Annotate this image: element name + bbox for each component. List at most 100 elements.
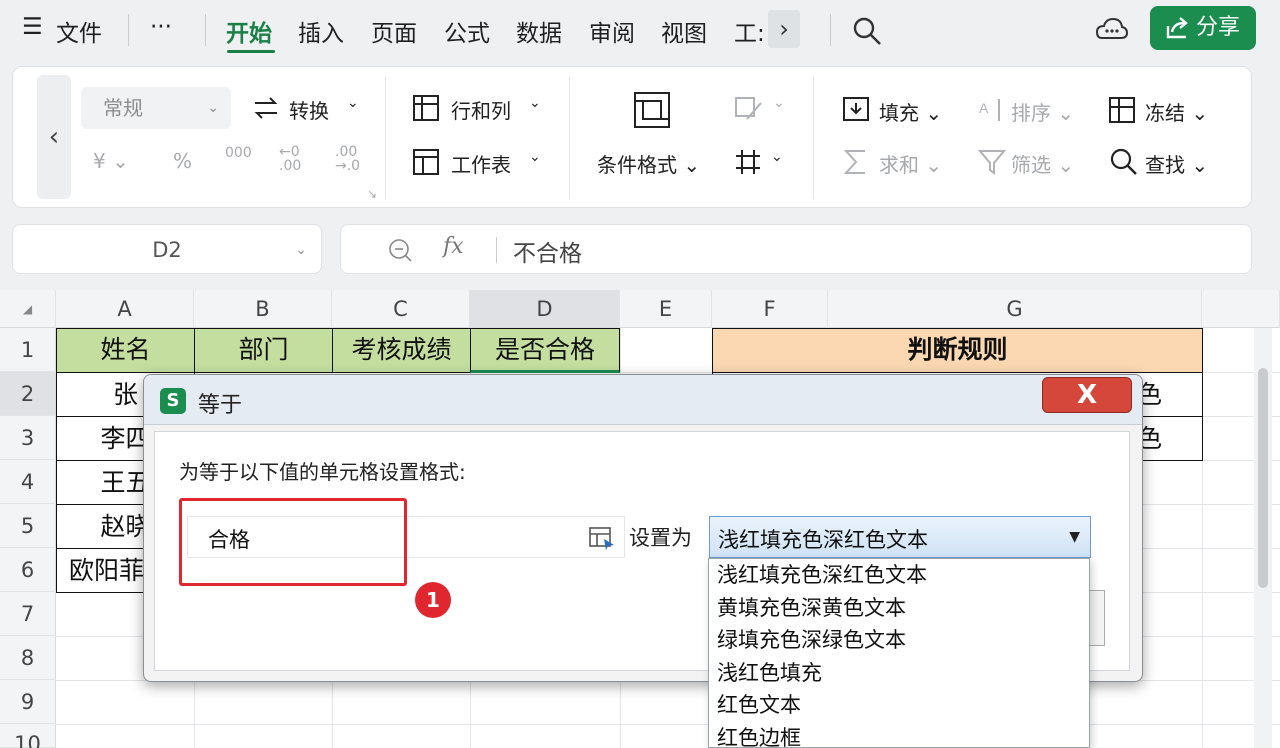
conditional-format-icon[interactable]: [631, 89, 673, 131]
more-menu[interactable]: ···: [150, 14, 172, 40]
divider: [128, 14, 129, 46]
range-select-icon[interactable]: [588, 525, 616, 551]
name-box[interactable]: D2 ⌄: [12, 224, 322, 274]
worksheet-icon: [413, 149, 439, 175]
fx-icon[interactable]: fx: [443, 234, 464, 259]
tab-formula[interactable]: 公式: [444, 14, 490, 48]
header-department[interactable]: 部门: [194, 328, 333, 373]
row-header-4[interactable]: 4: [0, 460, 56, 504]
border-icon[interactable]: [733, 147, 763, 177]
column-header-c[interactable]: C: [332, 290, 470, 328]
share-icon: [1166, 17, 1188, 39]
row-header-9[interactable]: 9: [0, 680, 56, 724]
tab-home[interactable]: 开始: [226, 14, 272, 48]
header-rule[interactable]: 判断规则: [712, 328, 1203, 373]
divider: [813, 77, 814, 199]
row-header-6[interactable]: 6: [0, 548, 56, 592]
tab-insert[interactable]: 插入: [298, 14, 344, 48]
chevron-down-icon: ⌄: [295, 242, 307, 258]
format-option[interactable]: 浅红填充色深红色文本: [709, 559, 1089, 592]
sort-button[interactable]: 排序 ⌄: [1011, 97, 1074, 126]
row-header-3[interactable]: 3: [0, 416, 56, 460]
file-menu[interactable]: 文件: [56, 14, 102, 48]
dropdown-arrow-icon[interactable]: ▼: [1069, 529, 1080, 545]
search-icon[interactable]: [852, 16, 882, 46]
number-format-select[interactable]: 常规 ⌄: [81, 87, 231, 129]
cell-reference: D2: [152, 238, 182, 262]
format-option[interactable]: 红色边框: [709, 722, 1089, 748]
dialog-titlebar[interactable]: S 等于 X: [144, 375, 1142, 425]
number-format-value: 常规: [103, 96, 143, 120]
header-name[interactable]: 姓名: [56, 328, 195, 373]
chevron-down-icon: ⌄: [207, 100, 219, 116]
close-button[interactable]: X: [1042, 377, 1132, 413]
divider: [205, 14, 206, 46]
cloud-icon[interactable]: [1096, 16, 1128, 44]
convert-icon: [254, 97, 278, 119]
menu-icon[interactable]: ☰: [22, 14, 43, 40]
divider: [569, 77, 570, 199]
divider: [830, 14, 831, 46]
ribbon-scroll-left-icon[interactable]: ‹: [37, 75, 71, 199]
format-option[interactable]: 红色文本: [709, 689, 1089, 722]
column-header-a[interactable]: A: [56, 290, 194, 328]
currency-button[interactable]: ¥ ⌄: [93, 149, 129, 173]
step-badge: 1: [415, 582, 451, 618]
dialog-prompt: 为等于以下值的单元格设置格式:: [179, 460, 466, 484]
conditional-format-button[interactable]: 条件格式 ⌄: [597, 149, 700, 178]
sum-button[interactable]: 求和 ⌄: [879, 149, 942, 178]
column-header-d[interactable]: D: [470, 290, 620, 328]
header-score[interactable]: 考核成绩: [332, 328, 471, 373]
row-col-button[interactable]: 行和列 ⌄: [411, 93, 541, 127]
column-header-f[interactable]: F: [712, 290, 828, 328]
chevron-down-icon: ⌄: [347, 95, 359, 111]
filter-button[interactable]: 筛选 ⌄: [1011, 149, 1074, 178]
percent-button[interactable]: %: [173, 149, 192, 173]
tab-page[interactable]: 页面: [371, 14, 417, 48]
formula-bar[interactable]: fx 不合格: [340, 224, 1252, 274]
share-button[interactable]: 分享: [1150, 6, 1256, 50]
column-header-g[interactable]: G: [828, 290, 1202, 328]
find-button[interactable]: 查找 ⌄: [1145, 149, 1208, 178]
dialog-launcher-icon[interactable]: ↘: [367, 187, 377, 201]
zoom-icon[interactable]: [387, 237, 413, 263]
fill-button[interactable]: 填充 ⌄: [879, 97, 942, 126]
format-option[interactable]: 绿填充色深绿色文本: [709, 624, 1089, 657]
column-header-b[interactable]: B: [194, 290, 332, 328]
tab-tools[interactable]: 工:: [734, 14, 765, 48]
row-header-10[interactable]: 10: [0, 724, 56, 748]
format-brush-icon[interactable]: [733, 95, 767, 123]
format-select[interactable]: 浅红填充色深红色文本 ▼: [709, 516, 1091, 558]
format-dropdown-list: 浅红填充色深红色文本 黄填充色深黄色文本 绿填充色深绿色文本 浅红色填充 红色文…: [708, 558, 1090, 748]
thousands-separator-button[interactable]: 000: [225, 145, 252, 161]
sum-icon: [843, 150, 865, 174]
header-qualified[interactable]: 是否合格: [470, 328, 620, 373]
vertical-scrollbar[interactable]: [1254, 328, 1272, 748]
row-header-8[interactable]: 8: [0, 636, 56, 680]
scrollbar-thumb[interactable]: [1258, 368, 1268, 588]
increase-decimal-button[interactable]: .00 →.0: [335, 145, 360, 173]
ribbon: ‹ 常规 ⌄ ¥ ⌄ % 000 ←0 .00 .00 →.0 转换 ⌄ 行和列…: [12, 66, 1252, 208]
tab-view[interactable]: 视图: [661, 14, 707, 48]
formula-value[interactable]: 不合格: [513, 234, 582, 268]
row-header-5[interactable]: 5: [0, 504, 56, 548]
row-header-2[interactable]: 2: [0, 372, 56, 416]
tab-data[interactable]: 数据: [516, 14, 562, 48]
worksheet-button[interactable]: 工作表 ⌄: [411, 147, 541, 181]
chevron-down-icon: ⌄: [773, 95, 785, 111]
convert-label: 转换: [289, 99, 329, 123]
freeze-button[interactable]: 冻结 ⌄: [1145, 97, 1208, 126]
format-option[interactable]: 黄填充色深黄色文本: [709, 592, 1089, 625]
app-logo-icon: S: [160, 388, 186, 414]
select-all-corner[interactable]: ◢: [0, 290, 56, 328]
chevron-down-icon: ⌄: [771, 149, 783, 165]
format-option[interactable]: 浅红色填充: [709, 657, 1089, 690]
column-header-h[interactable]: [1202, 290, 1280, 328]
row-header-7[interactable]: 7: [0, 592, 56, 636]
decrease-decimal-button[interactable]: ←0 .00: [279, 145, 301, 173]
row-header-1[interactable]: 1: [0, 328, 56, 372]
column-header-e[interactable]: E: [620, 290, 712, 328]
chevron-right-icon[interactable]: ›: [768, 10, 800, 48]
row-col-label: 行和列: [451, 99, 511, 123]
tab-review[interactable]: 审阅: [589, 14, 635, 48]
